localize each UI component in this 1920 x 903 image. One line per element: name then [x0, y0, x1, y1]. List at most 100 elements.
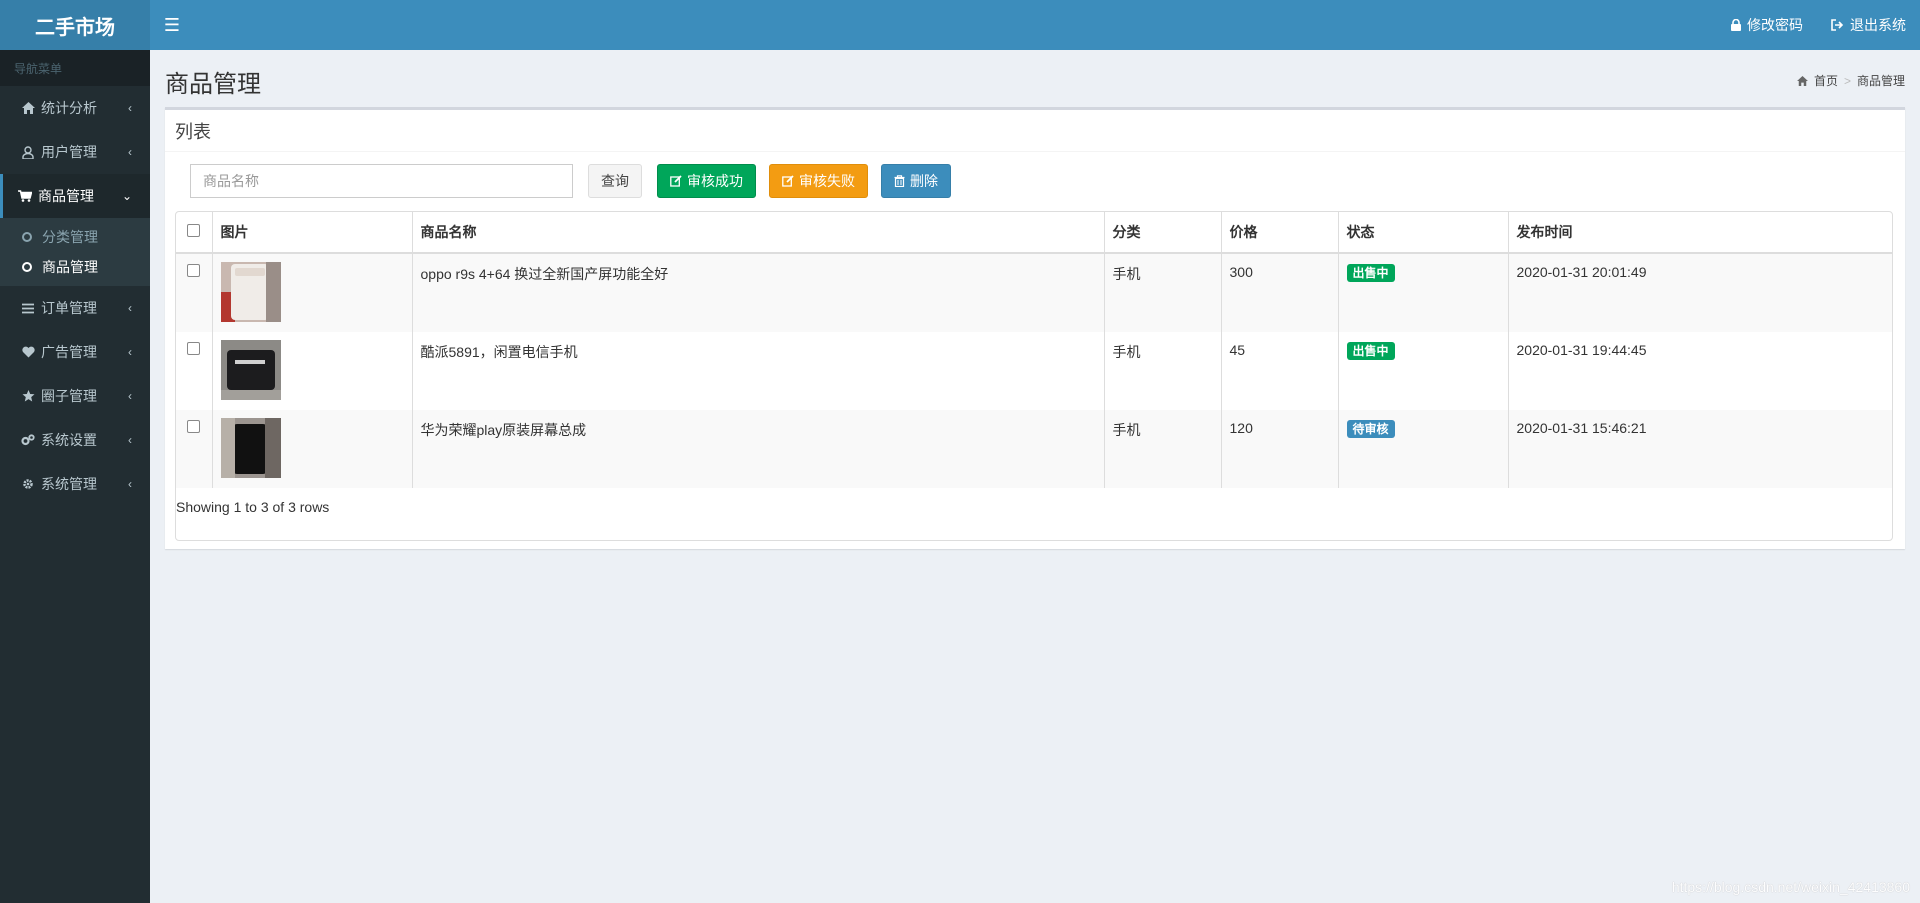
approve-button[interactable]: 审核成功 — [657, 164, 756, 198]
table-row[interactable]: 酷派5891，闲置电信手机 手机 45 出售中 2020-01-31 19:44… — [176, 332, 1892, 410]
price-cell: 120 — [1221, 410, 1339, 488]
edit-icon — [670, 175, 682, 187]
category-cell: 手机 — [1104, 410, 1222, 488]
price-cell: 300 — [1221, 253, 1339, 332]
products-table: 图片 商品名称 分类 价格 状态 发布时间 oppo r9s 4+64 换过全新… — [175, 211, 1893, 541]
sidebar-item-label: 系统管理 — [41, 476, 97, 492]
product-image[interactable] — [220, 418, 281, 478]
status-cell: 出售中 — [1338, 332, 1509, 410]
column-header-category[interactable]: 分类 — [1104, 212, 1222, 254]
delete-label: 删除 — [910, 173, 938, 189]
sidebar-item-statistics[interactable]: 统计分析 ‹ — [0, 86, 150, 130]
category-cell: 手机 — [1104, 253, 1222, 332]
product-name-search-input[interactable] — [190, 164, 573, 198]
column-header-publish-time[interactable]: 发布时间 — [1508, 212, 1892, 254]
logout-link[interactable]: 退出系统 — [1831, 15, 1906, 35]
sidebar-item-system-settings[interactable]: 系统设置 ‹ — [0, 418, 150, 462]
sidebar-item-orders[interactable]: 订单管理 ‹ — [0, 286, 150, 330]
product-image[interactable] — [220, 340, 281, 400]
heart-icon — [21, 345, 35, 359]
chevron-left-icon: ‹ — [128, 345, 132, 359]
product-image-cell — [212, 332, 413, 410]
product-name-cell: 酷派5891，闲置电信手机 — [412, 332, 1105, 410]
chevron-left-icon: ‹ — [128, 389, 132, 403]
chevron-left-icon: ‹ — [128, 477, 132, 491]
product-name-cell: 华为荣耀play原装屏幕总成 — [412, 410, 1105, 488]
chevron-left-icon: ‹ — [128, 101, 132, 115]
publish-time-cell: 2020-01-31 15:46:21 — [1508, 410, 1892, 488]
sidebar-item-label: 用户管理 — [41, 144, 97, 160]
sidebar-item-users[interactable]: 用户管理 ‹ — [0, 130, 150, 174]
chevron-left-icon: ‹ — [128, 301, 132, 315]
hamburger-icon: ☰ — [163, 14, 181, 35]
column-header-status[interactable]: 状态 — [1338, 212, 1509, 254]
sidebar-item-ads[interactable]: 广告管理 ‹ — [0, 330, 150, 374]
trash-icon — [894, 175, 905, 187]
column-header-image[interactable]: 图片 — [212, 212, 413, 254]
status-cell: 待审核 — [1338, 410, 1509, 488]
price-cell: 45 — [1221, 332, 1339, 410]
row-checkbox[interactable] — [187, 420, 201, 433]
table-row[interactable]: oppo r9s 4+64 换过全新国产屏功能全好 手机 300 出售中 202… — [176, 253, 1892, 332]
gear-icon — [21, 477, 35, 491]
row-checkbox-cell — [176, 253, 213, 332]
query-button[interactable]: 查询 — [588, 164, 642, 198]
row-checkbox[interactable] — [187, 264, 201, 277]
product-image-cell — [212, 410, 413, 488]
select-all-cell — [176, 212, 213, 254]
change-password-link[interactable]: 修改密码 — [1731, 15, 1803, 35]
app-logo[interactable]: 二手市场 — [0, 0, 150, 50]
sidebar-subitem-categories[interactable]: 分类管理 — [0, 222, 150, 252]
sidebar-item-system-admin[interactable]: 系统管理 ‹ — [0, 462, 150, 506]
cogs-icon — [21, 433, 35, 447]
watermark: https://blog.csdn.net/weixin_42413860 — [1671, 879, 1910, 895]
user-icon — [21, 145, 35, 159]
main-content: 商品管理 首页 > 商品管理 列表 查询 审核成功 审核失败 删除 — [150, 50, 1920, 903]
category-cell: 手机 — [1104, 332, 1222, 410]
column-header-price[interactable]: 价格 — [1221, 212, 1339, 254]
page-title: 商品管理 — [165, 71, 261, 98]
toolbar: 查询 审核成功 审核失败 删除 — [190, 164, 951, 198]
reject-button[interactable]: 审核失败 — [769, 164, 868, 198]
top-header: 二手市场 ☰ 修改密码 退出系统 — [0, 0, 1920, 50]
sidebar-toggle-button[interactable]: ☰ — [150, 0, 194, 50]
publish-time-cell: 2020-01-31 19:44:45 — [1516, 342, 1647, 358]
delete-button[interactable]: 删除 — [881, 164, 951, 198]
reject-label: 审核失败 — [799, 173, 855, 189]
cart-icon — [18, 189, 32, 203]
sidebar-item-label: 商品管理 — [38, 188, 94, 204]
status-badge: 出售中 — [1346, 342, 1395, 360]
sidebar-item-products[interactable]: 商品管理 ⌄ — [0, 174, 150, 218]
subitem-label: 分类管理 — [42, 229, 98, 245]
product-image-cell — [212, 253, 413, 332]
publish-time-cell: 2020-01-31 20:01:49 — [1508, 253, 1892, 332]
edit-icon — [782, 175, 794, 187]
change-password-label: 修改密码 — [1747, 17, 1803, 33]
box-header: 列表 — [165, 110, 1905, 152]
sidebar-item-label: 系统设置 — [41, 432, 97, 448]
breadcrumb-home-link[interactable]: 首页 — [1814, 72, 1838, 89]
breadcrumb-current: 商品管理 — [1856, 74, 1905, 88]
sidebar-item-circles[interactable]: 圈子管理 ‹ — [0, 374, 150, 418]
circle-icon — [22, 262, 32, 272]
sidebar-item-label: 广告管理 — [41, 344, 97, 360]
chevron-left-icon: ‹ — [128, 145, 132, 159]
select-all-checkbox[interactable] — [187, 224, 201, 237]
table-row[interactable]: 华为荣耀play原装屏幕总成 手机 120 待审核 2020-01-31 15:… — [176, 410, 1892, 488]
breadcrumb: 首页 > 商品管理 — [1797, 72, 1905, 89]
chevron-left-icon: ‹ — [128, 433, 132, 447]
logout-label: 退出系统 — [1850, 17, 1906, 33]
list-box: 列表 查询 审核成功 审核失败 删除 图 — [165, 107, 1905, 549]
subitem-label: 商品管理 — [42, 259, 98, 275]
row-checkbox-cell — [176, 410, 213, 488]
product-image[interactable] — [220, 262, 281, 322]
star-icon — [21, 389, 35, 403]
home-icon — [1797, 75, 1808, 86]
sidebar-subitem-products[interactable]: 商品管理 — [0, 252, 150, 282]
table-header-row: 图片 商品名称 分类 价格 状态 发布时间 — [176, 212, 1892, 254]
column-header-name[interactable]: 商品名称 — [412, 212, 1105, 254]
row-checkbox[interactable] — [187, 342, 201, 355]
pagination-info: Showing 1 to 3 of 3 rows — [176, 499, 330, 515]
status-badge: 待审核 — [1346, 420, 1395, 438]
status-cell: 出售中 — [1338, 253, 1509, 332]
